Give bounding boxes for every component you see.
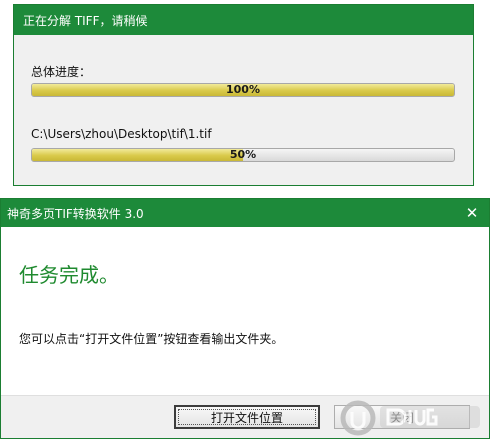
- dialog-message: 您可以点击“打开文件位置”按钮查看输出文件夹。: [19, 332, 284, 346]
- close-icon[interactable]: ✕: [463, 204, 481, 222]
- open-file-location-button[interactable]: 打开文件位置: [174, 405, 320, 429]
- progress-body: 总体进度： 100% C:\Users\zhou\Desktop\tif\1.t…: [14, 35, 473, 185]
- completion-dialog: 神奇多页TIF转换软件 3.0 ✕ 任务完成。 您可以点击“打开文件位置”按钮查…: [0, 198, 490, 439]
- progress-window: 正在分解 TIFF，请稍候 总体进度： 100% C:\Users\zhou\D…: [13, 4, 474, 186]
- dialog-titlebar: 神奇多页TIF转换软件 3.0 ✕: [1, 199, 489, 227]
- progress-titlebar: 正在分解 TIFF，请稍候: [14, 5, 473, 35]
- progress-title: 正在分解 TIFF，请稍候: [23, 13, 148, 28]
- file-progress-text: 50%: [229, 148, 257, 161]
- overall-progress-label: 总体进度：: [31, 65, 92, 79]
- overall-progress-bar: 100%: [31, 83, 455, 97]
- dialog-heading: 任务完成。: [19, 263, 119, 287]
- overall-progress-text: 100%: [226, 83, 260, 96]
- file-progress-bar: 50%: [31, 148, 455, 162]
- dialog-footer: 打开文件位置 关闭: [1, 395, 489, 438]
- close-button[interactable]: 关闭: [334, 405, 470, 429]
- dialog-title: 神奇多页TIF转换软件 3.0: [7, 206, 144, 221]
- file-progress-label: C:\Users\zhou\Desktop\tif\1.tif: [31, 127, 212, 141]
